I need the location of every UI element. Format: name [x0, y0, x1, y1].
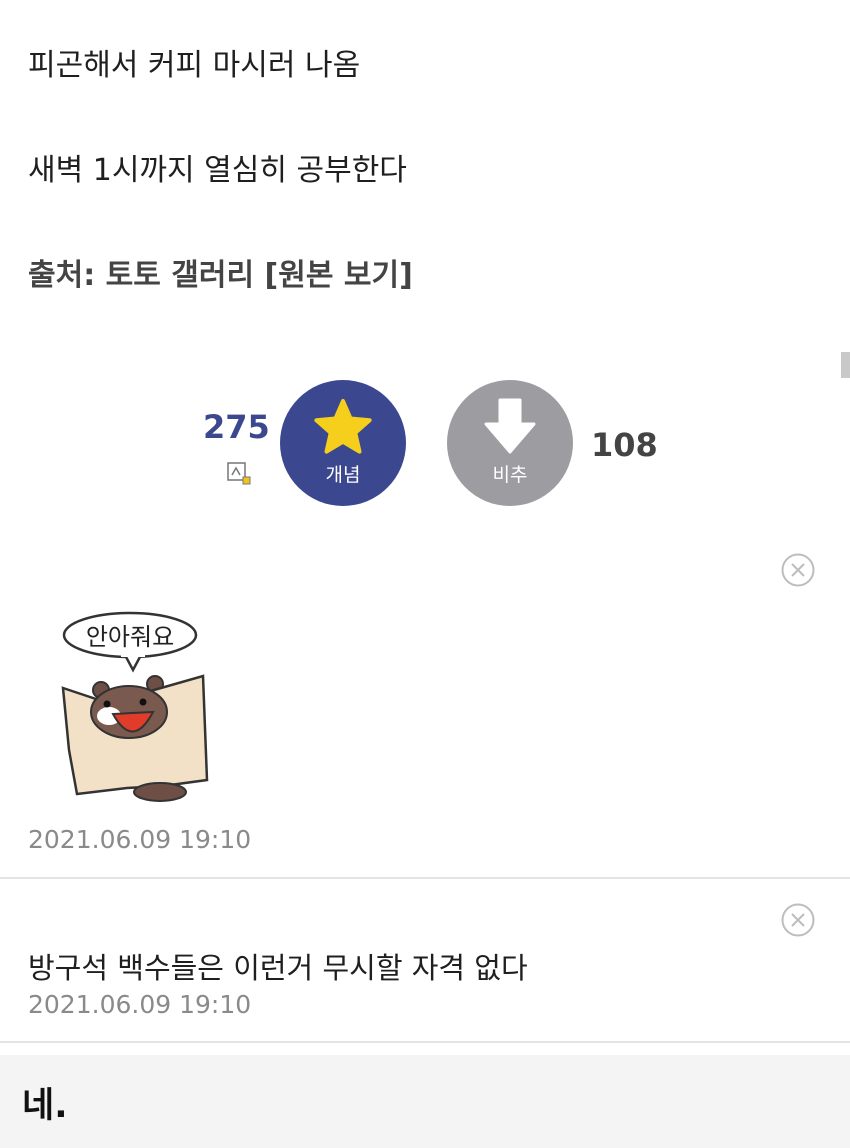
downvote-label: 비추	[492, 464, 528, 486]
source-link[interactable]: 출처: 토토 갤러리 [원본 보기]	[28, 250, 413, 294]
comment-text: 방구석 백수들은 이런거 무시할 자격 없다	[28, 951, 528, 985]
scrollbar[interactable]	[841, 352, 850, 378]
comment-divider	[0, 1041, 850, 1043]
mobile-icon	[227, 462, 251, 485]
upvote-label: 개념	[325, 464, 361, 486]
post-line-2: 새벽 1시까지 열심히 공부한다	[28, 153, 407, 188]
upvote-count: 275	[203, 408, 270, 446]
upvote-button[interactable]: 개념	[280, 380, 406, 506]
comment-divider	[0, 877, 850, 879]
star-icon	[314, 399, 372, 454]
downvote-button[interactable]: 비추	[447, 380, 573, 506]
reply-comment: 네.	[0, 1055, 850, 1148]
arrow-down-icon	[484, 398, 536, 454]
comment-timestamp: 2021.06.09 19:10	[28, 825, 252, 854]
sticker-speech-text: 안아줘요	[86, 623, 174, 651]
reply-text: 네.	[22, 1086, 68, 1126]
hug-sticker-image: 안아줘요	[61, 611, 209, 802]
post-line-1: 피곤해서 커피 마시러 나옴	[28, 48, 361, 83]
comment-timestamp: 2021.06.09 19:10	[28, 990, 252, 1019]
downvote-count: 108	[591, 426, 658, 464]
vote-area: 275 개념 비추 108	[0, 380, 850, 510]
close-circle-icon[interactable]	[781, 903, 815, 937]
close-circle-icon[interactable]	[781, 553, 815, 587]
